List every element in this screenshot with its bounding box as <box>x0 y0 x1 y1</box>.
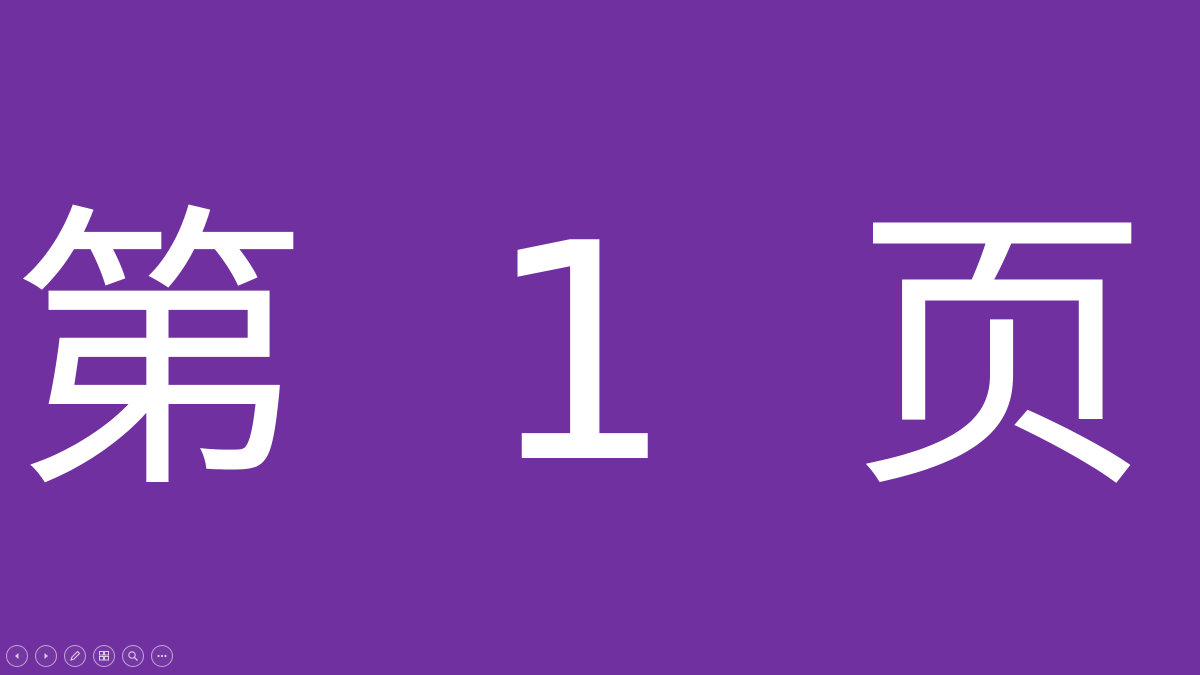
slideshow-toolbar <box>6 643 173 669</box>
zoom-button[interactable] <box>122 645 144 667</box>
pen-icon <box>69 650 81 662</box>
zoom-icon <box>127 650 139 662</box>
slide-title: 第 1 页 <box>9 180 1191 529</box>
more-options-button[interactable] <box>151 645 173 667</box>
pen-button[interactable] <box>64 645 86 667</box>
previous-icon <box>12 651 22 661</box>
slide-sorter-icon <box>98 650 110 662</box>
next-icon <box>41 651 51 661</box>
next-slide-button[interactable] <box>35 645 57 667</box>
slide-sorter-button[interactable] <box>93 645 115 667</box>
previous-slide-button[interactable] <box>6 645 28 667</box>
more-options-icon <box>156 650 168 662</box>
slide-canvas[interactable]: 第 1 页 <box>0 0 1200 675</box>
